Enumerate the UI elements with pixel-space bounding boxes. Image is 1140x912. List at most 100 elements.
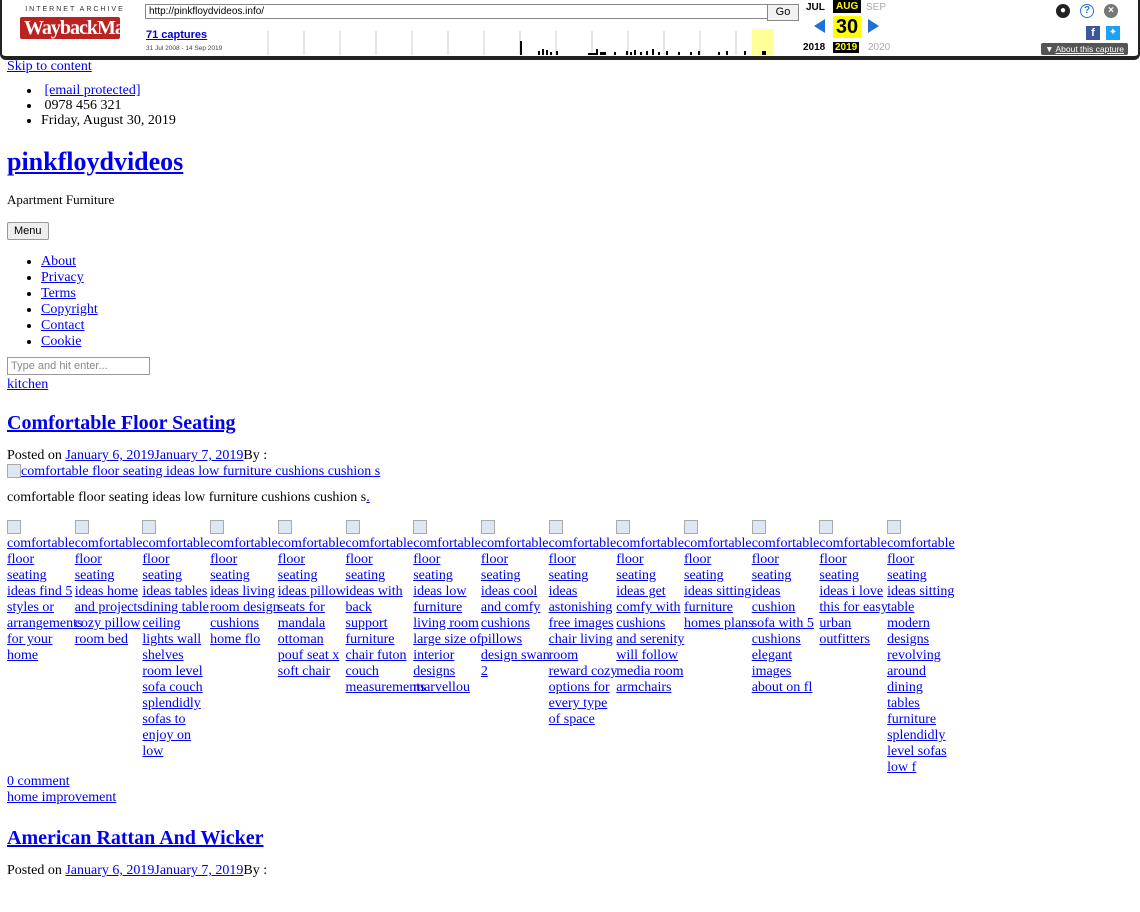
next-author-label: By : (243, 863, 268, 878)
site-title-link[interactable]: pinkfloydvideos (7, 147, 183, 176)
gallery-item-caption: comfortable floor seating ideas tables d… (142, 536, 211, 759)
broken-image-icon (819, 520, 834, 534)
post-footer: 0 comment home improvement (7, 774, 1132, 806)
nav-contact-link[interactable]: Contact (41, 318, 85, 333)
post-date-link[interactable]: January 6, 2019January 7, 2019 (65, 448, 243, 463)
footer-category-link[interactable]: home improvement (7, 790, 116, 805)
gallery-item-caption: comfortable floor seating ideas pillow s… (277, 536, 346, 679)
gallery-item[interactable]: comfortable floor seating ideas get comf… (616, 520, 686, 696)
gallery-item-caption: comfortable floor seating ideas i love t… (819, 536, 888, 647)
excerpt-text: comfortable floor seating ideas low furn… (7, 490, 367, 505)
url-input[interactable]: http://pinkfloydvideos.info/ (145, 4, 769, 19)
logo-main-text: WaybackMachine (20, 17, 165, 39)
gallery-item[interactable]: comfortable floor seating ideas home and… (74, 520, 145, 648)
broken-image-icon (887, 520, 902, 534)
gallery-item[interactable]: comfortable floor seating ideas cool and… (480, 520, 551, 680)
user-icon[interactable]: ● (1056, 4, 1070, 18)
next-post-title: American Rattan And Wicker (7, 826, 1132, 850)
broken-image-icon (616, 520, 631, 534)
year-current: 2019 (833, 42, 860, 53)
year-prev[interactable]: 2018 (803, 42, 825, 53)
date-item: Friday, August 30, 2019 (41, 113, 1132, 128)
gallery-item[interactable]: comfortable floor seating ideas pillow s… (277, 520, 348, 680)
broken-image-icon (345, 520, 360, 534)
next-capture-arrow-icon[interactable] (868, 19, 879, 33)
broken-image-icon (751, 520, 766, 534)
gallery-item[interactable]: comfortable floor seating ideas with bac… (345, 520, 426, 696)
toolbar-icons: ● ? × f ✦ (1046, 4, 1126, 44)
gallery-item-caption: comfortable floor seating ideas cushion … (751, 536, 820, 695)
featured-image-alt: comfortable floor seating ideas low furn… (21, 464, 381, 479)
site-tagline: Apartment Furniture (7, 192, 115, 207)
site-title: pinkfloydvideos (7, 146, 1132, 178)
page-content: Skip to content [email protected] 0978 4… (7, 59, 1132, 879)
next-post-date-link[interactable]: January 6, 2019January 7, 2019 (65, 863, 243, 878)
help-icon[interactable]: ? (1080, 4, 1094, 18)
month-current: AUG (833, 0, 862, 13)
nav-terms-link[interactable]: Terms (41, 286, 76, 301)
broken-image-icon (142, 520, 157, 534)
capture-sparkline[interactable] (238, 27, 790, 55)
wayback-toolbar: INTERNET ARCHIVE WaybackMachine http://p… (0, 0, 1140, 60)
facebook-icon[interactable]: f (1086, 26, 1100, 40)
captures-link[interactable]: 71 captures (146, 29, 207, 41)
nav-item: Cookie (41, 334, 1132, 350)
gallery-item[interactable]: comfortable floor seating ideas sitting … (887, 520, 957, 776)
comments-link[interactable]: 0 comment (7, 774, 70, 789)
twitter-icon[interactable]: ✦ (1106, 26, 1120, 40)
about-capture-button[interactable]: ▼ About this capture (1041, 43, 1128, 55)
read-more-link[interactable]: . (366, 490, 370, 505)
nav-item: Contact (41, 318, 1132, 334)
month-next[interactable]: SEP (866, 2, 886, 13)
nav-copyright-link[interactable]: Copyright (41, 302, 98, 317)
phone-number: 0978 456 321 (44, 98, 122, 113)
nav-about-link[interactable]: About (41, 254, 76, 269)
broken-image-icon (210, 520, 225, 534)
date-range: 31 Jul 2008 - 14 Sep 2019 (146, 45, 223, 52)
broken-image-icon (7, 464, 21, 478)
month-prev[interactable]: JUL (806, 2, 825, 13)
phone-item: 0978 456 321 (41, 98, 1132, 113)
nav-item: Copyright (41, 302, 1132, 318)
gallery-item[interactable]: comfortable floor seating ideas astonish… (548, 520, 619, 728)
nav-privacy-link[interactable]: Privacy (41, 270, 84, 285)
post-featured-image-link[interactable]: comfortable floor seating ideas low furn… (7, 464, 380, 479)
broken-image-icon (684, 520, 698, 534)
post-title-link[interactable]: Comfortable Floor Seating (7, 412, 236, 434)
category-link[interactable]: kitchen (7, 377, 1132, 393)
year-next[interactable]: 2020 (868, 42, 890, 53)
menu-button[interactable]: Menu (7, 222, 49, 240)
capture-day: 30 (833, 16, 861, 38)
next-post-meta: Posted on January 6, 2019January 7, 2019… (7, 863, 1132, 879)
gallery-item[interactable]: comfortable floor seating ideas low furn… (413, 520, 483, 696)
gallery-item[interactable]: comfortable floor seating ideas find 5 s… (7, 520, 82, 664)
gallery-item-caption: comfortable floor seating ideas home and… (74, 536, 143, 647)
skip-to-content-link[interactable]: Skip to content (7, 59, 1132, 75)
gallery-item[interactable]: comfortable floor seating ideas tables d… (142, 520, 212, 760)
gallery-item[interactable]: comfortable floor seating ideas living r… (210, 520, 280, 648)
nav-item: Terms (41, 286, 1132, 302)
wayback-logo[interactable]: INTERNET ARCHIVE WaybackMachine (20, 6, 165, 39)
gallery-item[interactable]: comfortable floor seating ideas cushion … (751, 520, 822, 696)
next-post-title-link[interactable]: American Rattan And Wicker (7, 827, 263, 849)
nav-item: About (41, 254, 1132, 270)
email-link[interactable]: [email protected] (45, 83, 141, 98)
gallery-item-caption: comfortable floor seating ideas living r… (210, 536, 280, 647)
broken-image-icon (74, 520, 89, 534)
search-input[interactable]: Type and hit enter... (7, 357, 150, 375)
top-info-list: [email protected] 0978 456 321 Friday, A… (7, 83, 1132, 128)
gallery-item-caption: comfortable floor seating ideas low furn… (413, 536, 482, 695)
email-item: [email protected] (41, 83, 1132, 98)
gallery-item[interactable]: comfortable floor seating ideas i love t… (819, 520, 889, 648)
gallery-item[interactable]: comfortable floor seating ideas sitting … (684, 520, 754, 632)
close-icon[interactable]: × (1104, 4, 1118, 18)
prev-capture-arrow-icon[interactable] (814, 19, 825, 33)
calendar-nav: JUL AUG SEP 30 2018 2019 2020 (802, 0, 896, 56)
gallery-item-caption: comfortable floor seating ideas cool and… (480, 536, 550, 679)
nav-cookie-link[interactable]: Cookie (41, 334, 81, 349)
post-title: Comfortable Floor Seating (7, 411, 1132, 435)
post-meta: Posted on January 6, 2019January 7, 2019… (7, 448, 1132, 480)
go-button[interactable]: Go (767, 4, 799, 21)
broken-image-icon (413, 520, 428, 534)
broken-image-icon (7, 520, 21, 534)
